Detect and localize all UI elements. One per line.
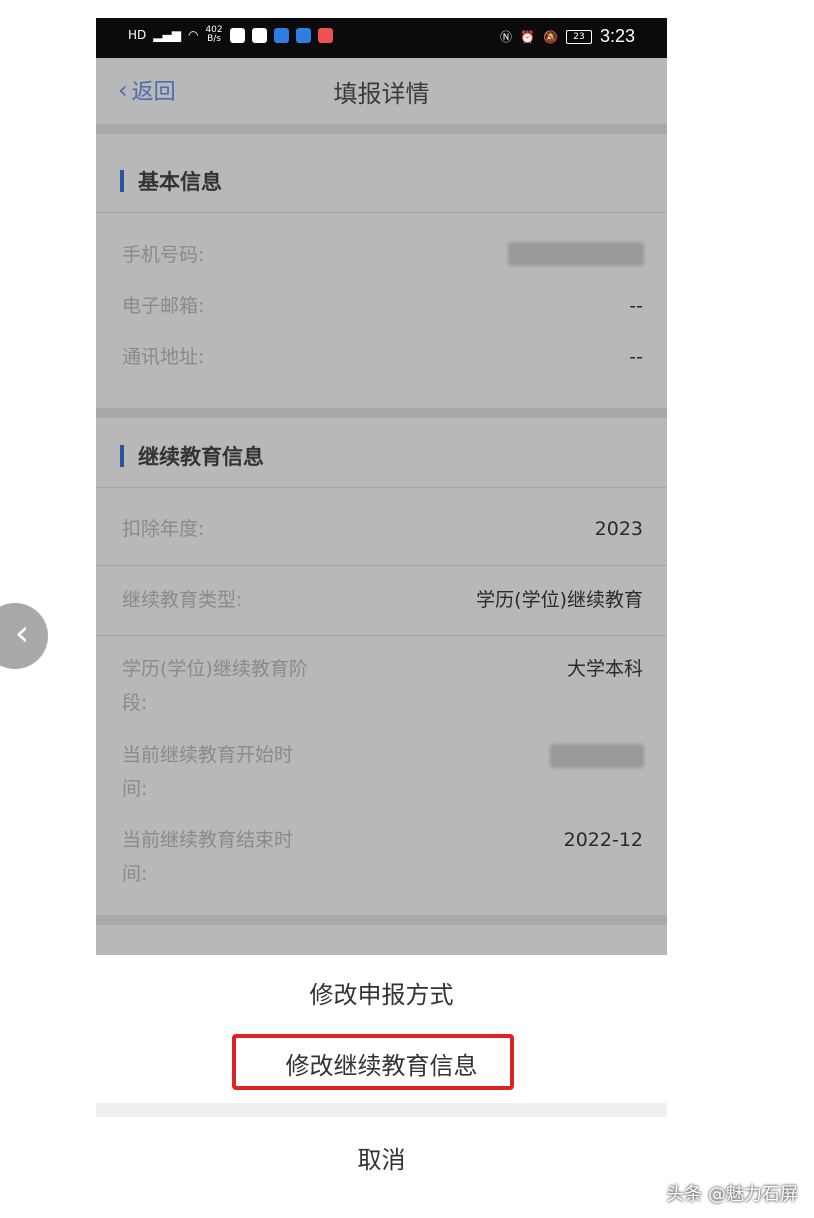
hd-indicator: HD [128, 28, 147, 42]
end-time-label: 当前继续教育结束时 间: [122, 829, 294, 885]
wifi-icon: ◠ [187, 28, 199, 42]
signal-icon: ▂▄▆ [153, 28, 181, 42]
deduction-year-value: 2023 [594, 518, 643, 540]
start-time-value-redacted [550, 744, 644, 768]
carousel-prev-button[interactable]: ‹ [0, 603, 48, 669]
nav-bar: ‹ 返回 填报详情 [96, 58, 667, 124]
section-gap [96, 124, 667, 134]
phone-screen: HD ▂▄▆ ◠ 402 B/s Ⓝ ⏰ 🔕 23 3:23 ‹ 返回 填报详情… [96, 18, 667, 1218]
sheet-separator [96, 1103, 667, 1117]
divider [96, 487, 667, 488]
address-value: -- [629, 346, 643, 368]
clock: 3:23 [599, 26, 635, 46]
basic-info-title: 基本信息 [138, 170, 222, 194]
deduction-year-label: 扣除年度: [122, 518, 205, 540]
email-value: -- [629, 295, 643, 317]
start-time-label: 当前继续教育开始时 间: [122, 744, 294, 800]
qq-icon [251, 27, 267, 43]
edu-info-header: 继续教育信息 [96, 433, 667, 485]
address-label: 通讯地址: [122, 346, 205, 368]
dimmed-page: ‹ 返回 填报详情 基本信息 手机号码: 电子邮箱: -- 通讯地址: -- 继… [96, 58, 667, 955]
phone-value-redacted [508, 242, 644, 266]
system-nav-bar [96, 1210, 667, 1218]
end-time-value: 2022-12 [563, 829, 643, 851]
basic-info-header: 基本信息 [96, 158, 667, 210]
edu-type-label: 继续教育类型: [122, 589, 243, 611]
network-speed: 402 B/s [205, 25, 223, 44]
bluetooth-app-icon [273, 27, 289, 43]
section-gap [96, 915, 667, 925]
battery-icon: 23 [565, 29, 592, 44]
nfc-icon: Ⓝ [500, 30, 513, 44]
edu-stage-value: 大学本科 [566, 658, 643, 680]
phone-label: 手机号码: [122, 244, 205, 266]
page-title: 填报详情 [333, 80, 430, 108]
mute-icon: 🔕 [543, 29, 558, 44]
section-gap [96, 408, 667, 418]
modify-edu-info-option[interactable]: 修改继续教育信息 [96, 1046, 667, 1081]
alarm-icon: ⏰ [520, 29, 535, 44]
app-red-icon [317, 27, 333, 43]
edu-info-title: 继续教育信息 [138, 445, 264, 469]
section-marker [120, 170, 124, 192]
watermark: 头条 @魅力石屏 [666, 1184, 798, 1205]
divider [96, 212, 667, 213]
divider [96, 565, 667, 566]
edu-stage-label: 学历(学位)继续教育阶 段: [122, 658, 308, 714]
modify-declaration-method-option[interactable]: 修改申报方式 [96, 975, 667, 1010]
section-marker [120, 445, 124, 467]
edu-type-value: 学历(学位)继续教育 [476, 589, 643, 611]
app-notification-icon [229, 27, 245, 43]
cancel-option[interactable]: 取消 [96, 1140, 667, 1175]
browser-icon [295, 27, 311, 43]
divider [96, 635, 667, 636]
email-label: 电子邮箱: [122, 295, 205, 317]
status-bar: HD ▂▄▆ ◠ 402 B/s Ⓝ ⏰ 🔕 23 3:23 [96, 18, 667, 58]
